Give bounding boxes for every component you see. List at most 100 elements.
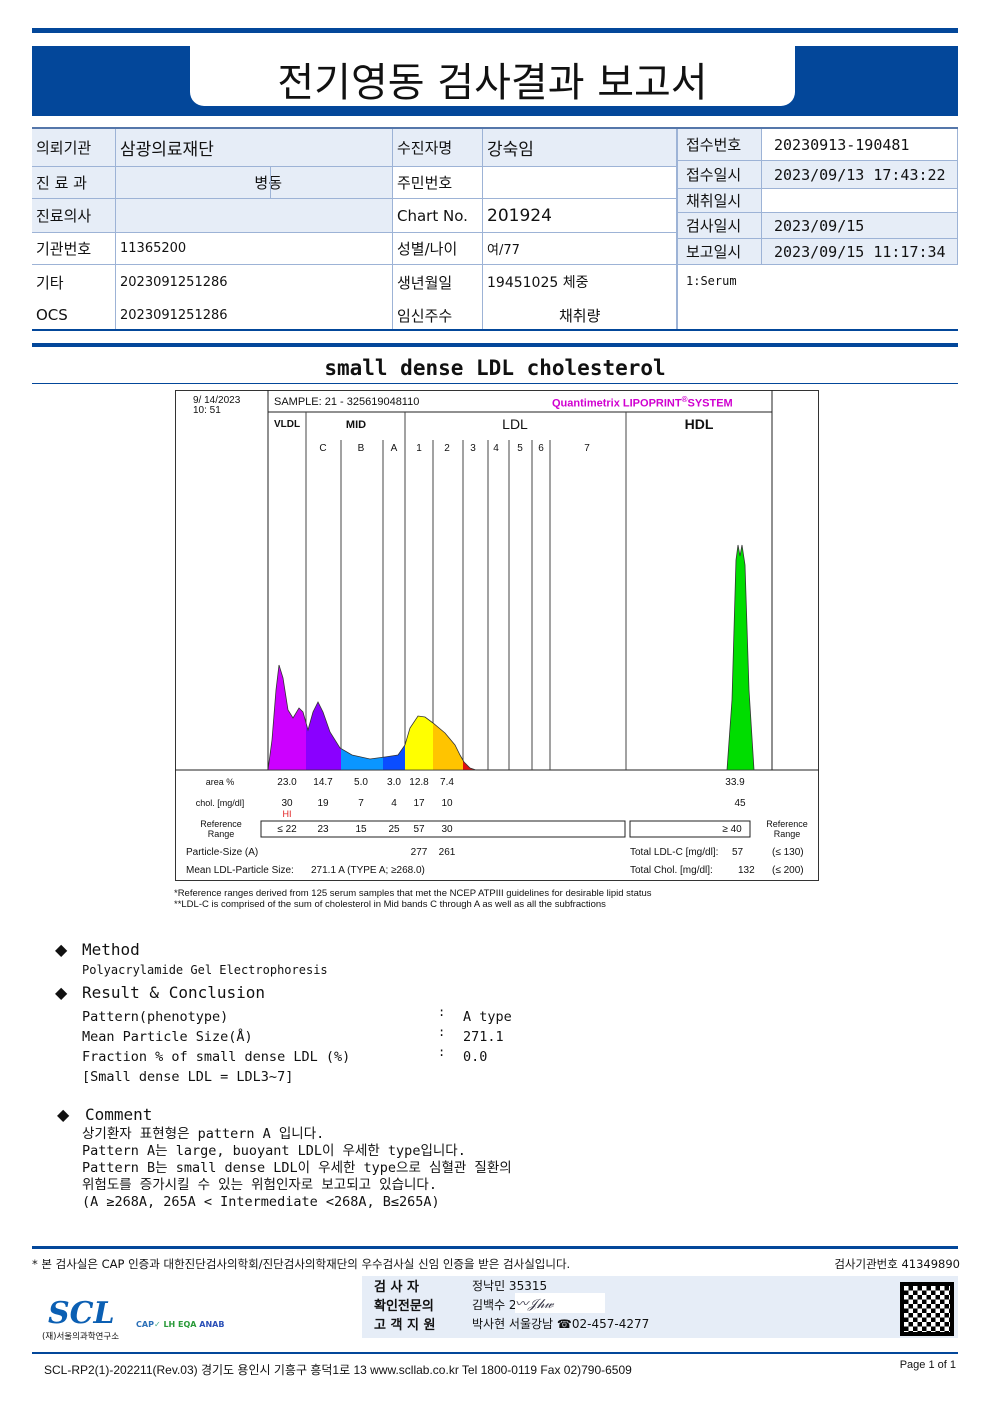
area-value: 3.0 — [387, 777, 401, 788]
group-label: VLDL — [273, 419, 301, 430]
section-rule — [32, 343, 958, 347]
band-label: 1 — [416, 443, 422, 454]
page-number: Page 1 of 1 — [899, 1359, 956, 1371]
field-value: 2023/09/15 — [762, 213, 958, 239]
band-label: C — [319, 443, 327, 454]
field-value: 20230913-190481 — [762, 129, 958, 161]
chol-value: 19 — [317, 798, 329, 809]
colon: : — [438, 1045, 446, 1059]
ref-label-right: Reference Range — [766, 819, 808, 839]
field-value: 2023/09/15 11:17:34 — [762, 239, 958, 265]
total-chol-label: Total Chol. [mg/dl]: — [630, 865, 713, 876]
ref-value: ≤ 22 — [277, 824, 297, 835]
note: **LDL-C is comprised of the sum of chole… — [174, 899, 606, 910]
field-label: 기타 — [32, 265, 116, 299]
footer-rule — [32, 1246, 958, 1249]
hi-flag: HI — [282, 809, 292, 819]
page-title: 전기영동 검사결과 보고서 — [277, 60, 708, 106]
psize-value: 261 — [438, 847, 456, 858]
chol-value: 30 — [281, 798, 293, 809]
field-label: 보고일시 — [677, 239, 762, 265]
area-value: 7.4 — [440, 777, 454, 788]
total-ldl-ref: (≤ 130) — [772, 847, 804, 858]
field-label: 접수번호 — [677, 129, 762, 161]
certification-text: * 본 검사실은 CAP 인증과 대한진단검사의학회/진단검사의학재단의 우수검… — [32, 1257, 571, 1271]
area-label: area % — [205, 777, 235, 787]
field-value — [116, 199, 393, 233]
psize-value: 277 — [410, 847, 428, 858]
area-value: 14.7 — [313, 777, 333, 788]
electrophoresis-plot — [175, 390, 819, 838]
field-value: 삼광의료재단 — [116, 129, 393, 167]
diamond-icon: ◆ — [55, 983, 68, 1002]
band-label: 6 — [538, 443, 544, 454]
total-ldl-label: Total LDL-C [mg/dl]: — [630, 847, 719, 858]
specimen: 1:Serum — [686, 274, 737, 288]
field-label: 진료의사 — [32, 199, 116, 233]
method-heading: Method — [82, 940, 140, 959]
band-label: 7 — [584, 443, 590, 454]
comment-line: (A ≥268A, 265A < Intermediate <268A, B≤2… — [82, 1194, 440, 1210]
ref-value: 25 — [388, 824, 400, 835]
staff-role: 고 객 지 원 — [374, 1318, 436, 1333]
mean-size-value: 271.1 A (TYPE A; ≥268.0) — [311, 865, 425, 876]
method-text: Polyacrylamide Gel Electrophoresis — [82, 963, 328, 977]
section-rule-bottom — [32, 383, 958, 384]
divider — [270, 167, 271, 199]
staff-name: 정낙민 35315 — [472, 1279, 548, 1293]
staff-role: 확인전문의 — [374, 1299, 434, 1314]
diamond-icon: ◆ — [57, 1105, 70, 1124]
field-label: 의뢰기관 — [32, 129, 116, 167]
ref-value: 30 — [441, 824, 453, 835]
chol-value: 17 — [413, 798, 425, 809]
band-label: 5 — [517, 443, 523, 454]
logo-subtitle: (재)서울의과학연구소 — [42, 1332, 120, 1342]
field-value: 11365200 — [116, 233, 393, 265]
psize-label: Particle-Size (A) — [186, 847, 259, 858]
comment-line: 상기환자 표현형은 pattern A 입니다. — [82, 1126, 325, 1142]
field-value: 2023091251286 — [116, 299, 393, 331]
band-label: A — [390, 443, 398, 454]
qr-code — [900, 1282, 954, 1336]
hdl-chol: 45 — [734, 798, 746, 809]
result-value: 0.0 — [463, 1049, 488, 1065]
field-value: 강숙임 — [483, 129, 677, 167]
field-label: Chart No. — [393, 199, 483, 233]
field-value: 여/77 — [483, 233, 677, 265]
comment-heading: Comment — [85, 1105, 153, 1124]
band-fill-VLDL — [268, 665, 306, 770]
field-value: 채취량 — [483, 299, 677, 331]
field-label: 접수일시 — [677, 161, 762, 189]
field-label: 진 료 과 — [32, 167, 116, 199]
colon: : — [438, 1025, 446, 1039]
comment-text: 상기환자 표현형은 pattern A 입니다. Pattern A는 larg… — [82, 1126, 512, 1211]
hdl-peak — [726, 544, 755, 771]
field-label: 주민번호 — [393, 167, 483, 199]
result-value: A type — [463, 1009, 512, 1025]
field-label: 수진자명 — [393, 129, 483, 167]
field-value — [762, 189, 958, 213]
ref-value: 15 — [355, 824, 367, 835]
chart-notes: *Reference ranges derived from 125 serum… — [174, 888, 652, 910]
ref-value: 57 — [413, 824, 425, 835]
section-title: small dense LDL cholesterol — [324, 356, 666, 380]
top-rule — [32, 28, 958, 33]
comment-line: Pattern A는 large, buoyant LDL이 우세한 type입… — [82, 1143, 466, 1159]
result-note: [Small dense LDL = LDL3~7] — [82, 1069, 294, 1085]
result-value: 271.1 — [463, 1029, 504, 1045]
group-label: LDL — [502, 416, 528, 432]
field-value — [483, 167, 677, 199]
total-chol-value: 132 — [738, 865, 755, 876]
field-label: 기관번호 — [32, 233, 116, 265]
group-label: MID — [345, 419, 367, 431]
patient-info-table: 의뢰기관 삼광의료재단 수진자명 강숙임 진 료 과 병동 주민번호 진료의사 Chart No… — [32, 127, 958, 331]
field-label: 임신주수 — [393, 299, 483, 331]
area-value: 12.8 — [409, 777, 429, 788]
field-value: 201924 — [483, 199, 677, 233]
comment-line: 위험도를 증가시킬 수 있는 위험인자로 보고되고 있습니다. — [82, 1177, 437, 1193]
hdl-area: 33.9 — [725, 777, 745, 788]
group-label: HDL — [684, 416, 714, 432]
address-line: SCL-RP2(1)-202211(Rev.03) 경기도 용인시 기흥구 흥덕… — [44, 1363, 632, 1377]
result-label: Mean Particle Size(Å) — [82, 1029, 253, 1045]
diamond-icon: ◆ — [55, 940, 68, 959]
